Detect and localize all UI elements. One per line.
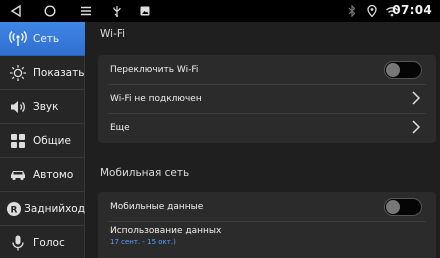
mobile-data-label: Мобильные данные: [110, 202, 204, 212]
apps-grid-icon: [4, 124, 32, 158]
sidebar-item-label: Заднийход: [24, 202, 85, 215]
data-usage-row[interactable]: Использование данных 17 сент. - 15 окт.): [98, 221, 436, 251]
sidebar-item-network[interactable]: Сеть: [0, 22, 85, 56]
chevron-right-icon: [412, 90, 421, 109]
sidebar-item-car[interactable]: Автомо: [0, 158, 85, 192]
svg-text:R: R: [10, 205, 17, 215]
sidebar-item-label: Показать: [33, 66, 85, 79]
chevron-right-icon: [412, 119, 421, 138]
mobile-data-toggle-switch[interactable]: [384, 198, 422, 216]
home-icon[interactable]: [40, 0, 60, 22]
brightness-icon: [4, 56, 32, 90]
image-icon: [137, 0, 153, 22]
data-usage-period: 17 сент. - 15 окт.): [110, 238, 176, 246]
network-icon: [4, 22, 32, 56]
toggle-knob: [386, 63, 400, 77]
wifi-status-row[interactable]: Wi-Fi не подключен: [98, 84, 436, 114]
wifi-toggle-row[interactable]: Переключить Wi-Fi: [98, 55, 436, 85]
microphone-icon: [4, 226, 32, 258]
sidebar-item-label: Сеть: [33, 32, 60, 45]
wifi-toggle-switch[interactable]: [384, 61, 422, 79]
wifi-more-label: Еще: [110, 123, 130, 133]
sidebar-item-display[interactable]: Показать: [0, 56, 85, 90]
sidebar-item-reverse[interactable]: R Заднийход: [0, 192, 85, 226]
usb-icon: [108, 0, 126, 22]
mobile-data-row[interactable]: Мобильные данные: [98, 192, 436, 222]
sidebar-item-voice[interactable]: Голос: [0, 226, 85, 258]
reverse-icon: R: [4, 192, 23, 226]
location-icon: [364, 0, 380, 22]
sidebar-item-label: Общие: [33, 134, 71, 147]
data-usage-label: Использование данных: [110, 226, 222, 236]
sidebar-item-general[interactable]: Общие: [0, 124, 85, 158]
sidebar-item-label: Голос: [33, 236, 65, 249]
toggle-knob: [386, 200, 400, 214]
back-icon[interactable]: [6, 0, 26, 22]
car-icon: [4, 158, 32, 192]
wifi-section-title: Wi-Fi: [100, 28, 126, 40]
bluetooth-icon: [344, 0, 360, 22]
menu-icon[interactable]: [76, 0, 96, 22]
sidebar-item-label: Звук: [33, 100, 59, 113]
sidebar-item-sound[interactable]: Звук: [0, 90, 85, 124]
status-bar: 07:04: [0, 0, 440, 22]
settings-sidebar: Сеть Показать Звук Общие Автомо R Задний…: [0, 22, 85, 258]
status-clock: 07:04: [392, 3, 432, 17]
mobile-section-title: Мобильная сеть: [100, 167, 190, 179]
wifi-status-label: Wi-Fi не подключен: [110, 94, 202, 104]
wifi-toggle-label: Переключить Wi-Fi: [110, 65, 199, 75]
settings-content: Wi-Fi Переключить Wi-Fi Wi-Fi не подключ…: [86, 22, 440, 258]
wifi-card: Переключить Wi-Fi Wi-Fi не подключен Еще: [98, 55, 436, 143]
wifi-more-row[interactable]: Еще: [98, 113, 436, 143]
mobile-card: Мобильные данные Использование данных 17…: [98, 192, 436, 258]
volume-icon: [4, 90, 32, 124]
sidebar-item-label: Автомо: [33, 168, 74, 181]
